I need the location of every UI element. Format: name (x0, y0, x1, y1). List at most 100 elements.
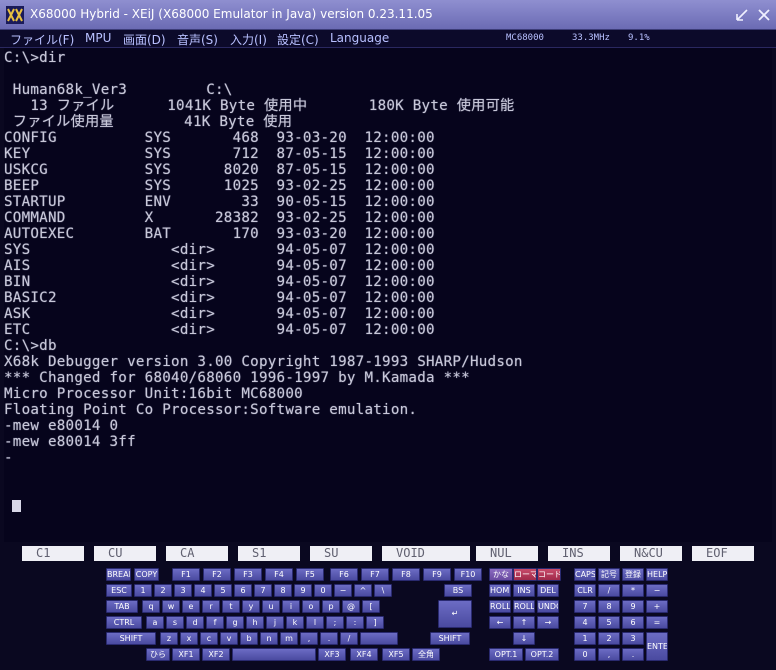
keyboard-key[interactable]: ↑ (513, 616, 535, 629)
emulator-screen[interactable]: C:\>dir Human68k_Ver3 C:\ 13 ファイル 1041K … (4, 48, 772, 542)
keyboard-key[interactable]: a (146, 616, 164, 629)
menu-settings[interactable]: 設定(C) (277, 31, 319, 48)
keyboard-key[interactable]: c (200, 632, 218, 645)
keyboard-key[interactable]: . (622, 648, 644, 661)
menu-input[interactable]: 入力(I) (230, 31, 267, 48)
menu-file[interactable]: ファイル(F) (10, 31, 74, 48)
menu-sound[interactable]: 音声(S) (177, 31, 218, 48)
keyboard-key[interactable]: w (162, 600, 180, 613)
keyboard-key[interactable]: F9 (423, 568, 451, 581)
keyboard-key[interactable]: F1 (172, 568, 200, 581)
keyboard-key[interactable]: − (646, 584, 668, 597)
keyboard-key[interactable]: ローマ (513, 568, 537, 581)
keyboard-key[interactable]: / (598, 584, 620, 597)
keyboard-key[interactable]: \ (374, 584, 392, 597)
keyboard-key[interactable]: XF2 (202, 648, 230, 661)
keyboard-key[interactable]: HELP (646, 568, 668, 581)
keyboard-key[interactable]: m (280, 632, 298, 645)
keyboard-key[interactable]: UNDO (537, 600, 559, 613)
keyboard-key[interactable]: 2 (154, 584, 172, 597)
keyboard-key[interactable]: = (646, 616, 668, 629)
keyboard-key[interactable]: d (186, 616, 204, 629)
keyboard-key[interactable]: ROLL UP (489, 600, 511, 613)
keyboard-key[interactable]: n (260, 632, 278, 645)
keyboard-key[interactable]: ROLL DOWN (513, 600, 535, 613)
keyboard-key[interactable]: g (226, 616, 244, 629)
keyboard-key[interactable]: CAPS (574, 568, 596, 581)
keyboard-key[interactable]: h (246, 616, 264, 629)
function-key[interactable]: NUL (476, 546, 538, 561)
keyboard-key[interactable]: HOME (489, 584, 511, 597)
keyboard-key[interactable]: F7 (361, 568, 389, 581)
keyboard-key[interactable]: かな (489, 568, 513, 581)
keyboard-key[interactable]: TAB (106, 600, 138, 613)
keyboard-key[interactable]: f (206, 616, 224, 629)
keyboard-key[interactable]: x (180, 632, 198, 645)
function-key[interactable]: CA (166, 546, 228, 561)
keyboard-key[interactable]: BREAK (106, 568, 131, 581)
keyboard-key[interactable]: XF1 (172, 648, 200, 661)
keyboard-key[interactable]: 0 (574, 648, 596, 661)
keyboard-key[interactable]: 7 (254, 584, 272, 597)
keyboard-key[interactable]: 全角 (412, 648, 440, 661)
keyboard-key[interactable]: [ (362, 600, 380, 613)
keyboard-key[interactable]: F3 (234, 568, 262, 581)
keyboard-key[interactable]: 8 (598, 600, 620, 613)
keyboard-key[interactable]: BS (444, 584, 472, 597)
function-key[interactable]: S1 (238, 546, 300, 561)
keyboard-key[interactable]: u (262, 600, 280, 613)
keyboard-key[interactable]: z (160, 632, 178, 645)
function-key[interactable]: VOID (382, 546, 470, 561)
keyboard-key[interactable]: ひら (146, 648, 170, 661)
keyboard-key[interactable]: コード (537, 568, 561, 581)
keyboard-key[interactable]: DEL (537, 584, 559, 597)
keyboard-key[interactable]: ENTER (646, 632, 668, 661)
keyboard-key[interactable]: t (222, 600, 240, 613)
keyboard-key[interactable]: SHIFT (430, 632, 470, 645)
keyboard-key[interactable]: ↓ (513, 632, 535, 645)
keyboard-key[interactable]: 2 (598, 632, 620, 645)
keyboard-key[interactable]: 3 (622, 632, 644, 645)
keyboard-key[interactable]: − (334, 584, 352, 597)
keyboard-key[interactable]: 記号 (598, 568, 620, 581)
keyboard-key[interactable]: v (220, 632, 238, 645)
function-key[interactable]: EOF (692, 546, 754, 561)
title-bar[interactable]: X68000 Hybrid - XEiJ (X68000 Emulator in… (0, 0, 776, 30)
keyboard-key[interactable]: → (537, 616, 559, 629)
keyboard-key[interactable] (360, 632, 398, 645)
keyboard-key[interactable]: r (202, 600, 220, 613)
keyboard-key[interactable]: 1 (574, 632, 596, 645)
keyboard-key[interactable]: , (300, 632, 318, 645)
keyboard-key[interactable]: 1 (134, 584, 152, 597)
keyboard-key[interactable]: ; (326, 616, 344, 629)
function-key[interactable]: N&CU (620, 546, 682, 561)
keyboard-key[interactable]: 4 (194, 584, 212, 597)
function-key[interactable]: SU (310, 546, 372, 561)
keyboard-key[interactable]: * (622, 584, 644, 597)
keyboard-key[interactable]: : (346, 616, 364, 629)
keyboard-key[interactable]: XF3 (318, 648, 346, 661)
close-icon[interactable] (756, 7, 772, 23)
keyboard-key[interactable]: ↵ (438, 600, 472, 628)
keyboard-key[interactable]: / (340, 632, 358, 645)
keyboard-key[interactable]: F8 (392, 568, 420, 581)
keyboard-key[interactable]: F2 (203, 568, 231, 581)
keyboard-key[interactable]: INS (513, 584, 535, 597)
keyboard-key[interactable]: 7 (574, 600, 596, 613)
keyboard-key[interactable]: XF4 (350, 648, 378, 661)
keyboard-key[interactable]: 9 (622, 600, 644, 613)
keyboard-key[interactable]: 8 (274, 584, 292, 597)
keyboard-key[interactable]: 登録 (622, 568, 644, 581)
keyboard-key[interactable]: XF5 (382, 648, 410, 661)
keyboard-key[interactable]: 4 (574, 616, 596, 629)
keyboard-key[interactable]: k (286, 616, 304, 629)
keyboard-key[interactable]: OPT.1 (489, 648, 523, 661)
keyboard-key[interactable]: . (320, 632, 338, 645)
keyboard-key[interactable]: CTRL (106, 616, 142, 629)
function-key[interactable]: CU (94, 546, 156, 561)
keyboard-key[interactable]: SHIFT (106, 632, 156, 645)
keyboard-key[interactable]: F6 (330, 568, 358, 581)
menu-mpu[interactable]: MPU (85, 31, 111, 45)
keyboard-key[interactable]: i (282, 600, 300, 613)
keyboard-key[interactable]: l (306, 616, 324, 629)
